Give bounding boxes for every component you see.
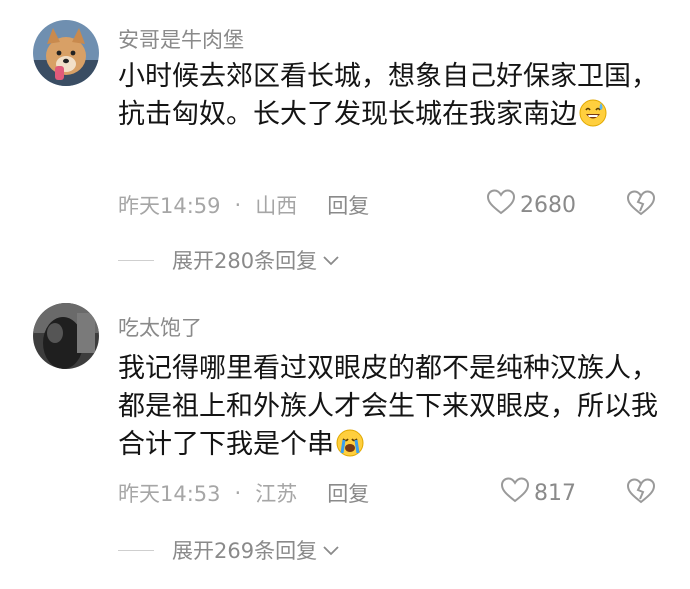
like-button[interactable]: 2680	[486, 188, 576, 222]
broken-heart-icon	[626, 190, 656, 216]
comment-text-content: 我记得哪里看过双眼皮的都不是纯种汉族人，都是祖上和外族人才会生下来双眼皮，所以我…	[118, 353, 658, 460]
expand-replies-label: 展开269条回复	[172, 539, 318, 563]
avatar[interactable]	[33, 20, 99, 86]
avatar[interactable]	[33, 303, 99, 369]
username[interactable]: 吃太饱了	[118, 312, 202, 342]
username[interactable]: 安哥是牛肉堡	[118, 24, 244, 54]
comment-text-content: 小时候去郊区看长城，想象自己好保家卫国，抗击匈奴。长大了发现长城在我家南边	[118, 61, 658, 130]
like-count: 817	[534, 480, 576, 506]
crying-emoji	[336, 429, 364, 468]
comment-meta: 昨天14:59 · 山西 回复	[118, 190, 369, 220]
comment-text: 小时候去郊区看长城，想象自己好保家卫国，抗击匈奴。长大了发现长城在我家南边	[118, 58, 663, 138]
comment-time: 昨天14:59	[118, 194, 221, 218]
chevron-down-icon	[321, 538, 341, 562]
comment-location: 山西	[255, 194, 298, 218]
meta-separator: ·	[234, 481, 242, 505]
heart-icon	[500, 476, 530, 510]
comment-text: 我记得哪里看过双眼皮的都不是纯种汉族人，都是祖上和外族人才会生下来双眼皮，所以我…	[118, 350, 663, 468]
chevron-down-icon	[321, 248, 341, 272]
reply-button[interactable]: 回复	[327, 478, 369, 508]
comment-location: 江苏	[255, 482, 298, 506]
meta-separator: ·	[234, 193, 242, 217]
heart-icon	[486, 188, 516, 222]
like-button[interactable]: 817	[500, 476, 576, 510]
broken-heart-icon	[626, 478, 656, 504]
dislike-button[interactable]	[626, 189, 656, 221]
sweat-smile-emoji	[579, 99, 607, 138]
expand-replies-label: 展开280条回复	[172, 249, 318, 273]
reply-button[interactable]: 回复	[327, 190, 369, 220]
expand-replies[interactable]: 展开280条回复	[118, 245, 341, 275]
comment-meta: 昨天14:53 · 江苏 回复	[118, 478, 369, 508]
expand-replies[interactable]: 展开269条回复	[118, 535, 341, 565]
divider-line	[118, 259, 154, 261]
like-count: 2680	[520, 192, 576, 218]
dislike-button[interactable]	[626, 477, 656, 509]
comment-time: 昨天14:53	[118, 482, 221, 506]
divider-line	[118, 549, 154, 551]
